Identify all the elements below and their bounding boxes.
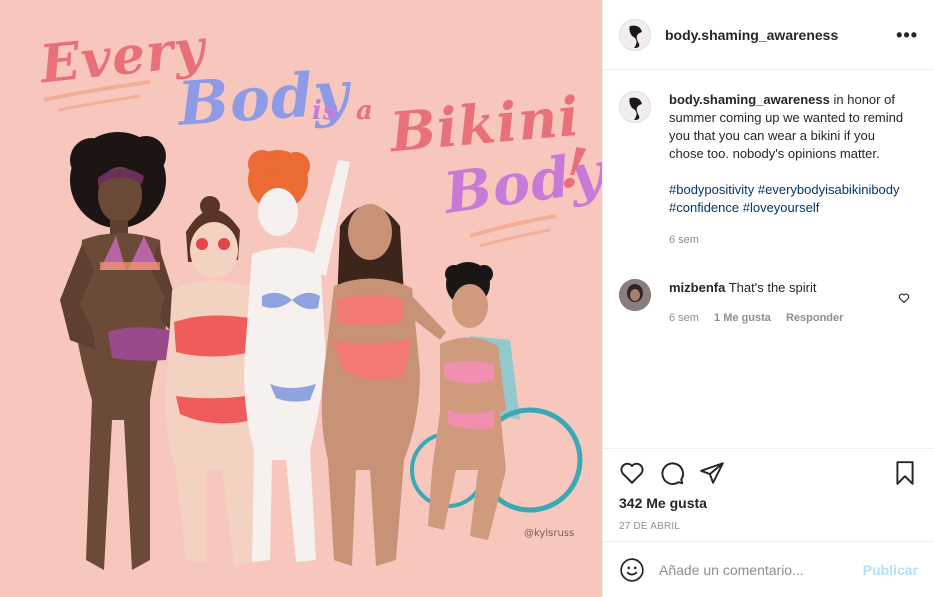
post-actions: 342 Me gusta 27 DE ABRIL bbox=[603, 448, 934, 532]
caption-avatar[interactable] bbox=[619, 91, 651, 123]
like-heart-icon[interactable] bbox=[619, 460, 645, 486]
caption-time[interactable]: 6 sem bbox=[669, 231, 911, 249]
share-send-icon[interactable] bbox=[699, 460, 725, 486]
post-image[interactable]: Every Body is a Bikini Body ! @kylsruss bbox=[0, 0, 602, 597]
comment-meta: 6 sem 1 Me gusta Responder bbox=[669, 309, 855, 327]
header-username[interactable]: body.shaming_awareness bbox=[665, 27, 838, 43]
comment-input[interactable] bbox=[659, 561, 859, 578]
headline-a: a bbox=[356, 96, 374, 126]
comment-body: mizbenfa That's the spirit 6 sem 1 Me gu… bbox=[669, 279, 855, 327]
post-date[interactable]: 27 DE ABRIL bbox=[619, 521, 918, 532]
caption-hashtags[interactable]: #bodypositivity #everybodyisabikinibody … bbox=[669, 181, 911, 217]
comment-likes[interactable]: 1 Me gusta bbox=[714, 312, 771, 324]
figure-4 bbox=[321, 204, 446, 566]
add-comment-bar: Publicar bbox=[603, 541, 934, 597]
figure-1 bbox=[60, 132, 176, 570]
headline-is: is bbox=[312, 96, 339, 126]
caption-username[interactable]: body.shaming_awareness bbox=[669, 92, 830, 107]
emoji-smiley-icon[interactable] bbox=[619, 557, 645, 583]
artist-signature: @kylsruss bbox=[524, 528, 575, 539]
comment-item: mizbenfa That's the spirit 6 sem 1 Me gu… bbox=[619, 279, 918, 327]
profile-avatar[interactable] bbox=[619, 18, 651, 51]
instagram-post: Every Body is a Bikini Body ! @kylsruss … bbox=[0, 0, 934, 597]
comment-username[interactable]: mizbenfa bbox=[669, 280, 725, 295]
comment-like-heart-icon[interactable] bbox=[898, 291, 910, 307]
post-header: body.shaming_awareness ••• bbox=[603, 0, 934, 70]
likes-count[interactable]: 342 Me gusta bbox=[619, 495, 918, 511]
comment-time[interactable]: 6 sem bbox=[669, 312, 699, 324]
post-sidebar: body.shaming_awareness ••• body.shaming_… bbox=[602, 0, 934, 597]
comment-bubble-icon[interactable] bbox=[659, 460, 685, 486]
caption: body.shaming_awareness in honor of summe… bbox=[619, 91, 918, 249]
comment-avatar[interactable] bbox=[619, 279, 651, 311]
publish-button[interactable]: Publicar bbox=[863, 562, 918, 578]
action-icons bbox=[619, 449, 918, 497]
figure-5 bbox=[410, 262, 583, 540]
comments-section: body.shaming_awareness in honor of summe… bbox=[603, 71, 934, 447]
save-bookmark-icon[interactable] bbox=[892, 460, 918, 486]
more-options-icon[interactable]: ••• bbox=[896, 26, 918, 44]
comment-reply-button[interactable]: Responder bbox=[786, 312, 843, 324]
comment-text: That's the spirit bbox=[728, 280, 817, 295]
caption-body: body.shaming_awareness in honor of summe… bbox=[669, 91, 911, 249]
